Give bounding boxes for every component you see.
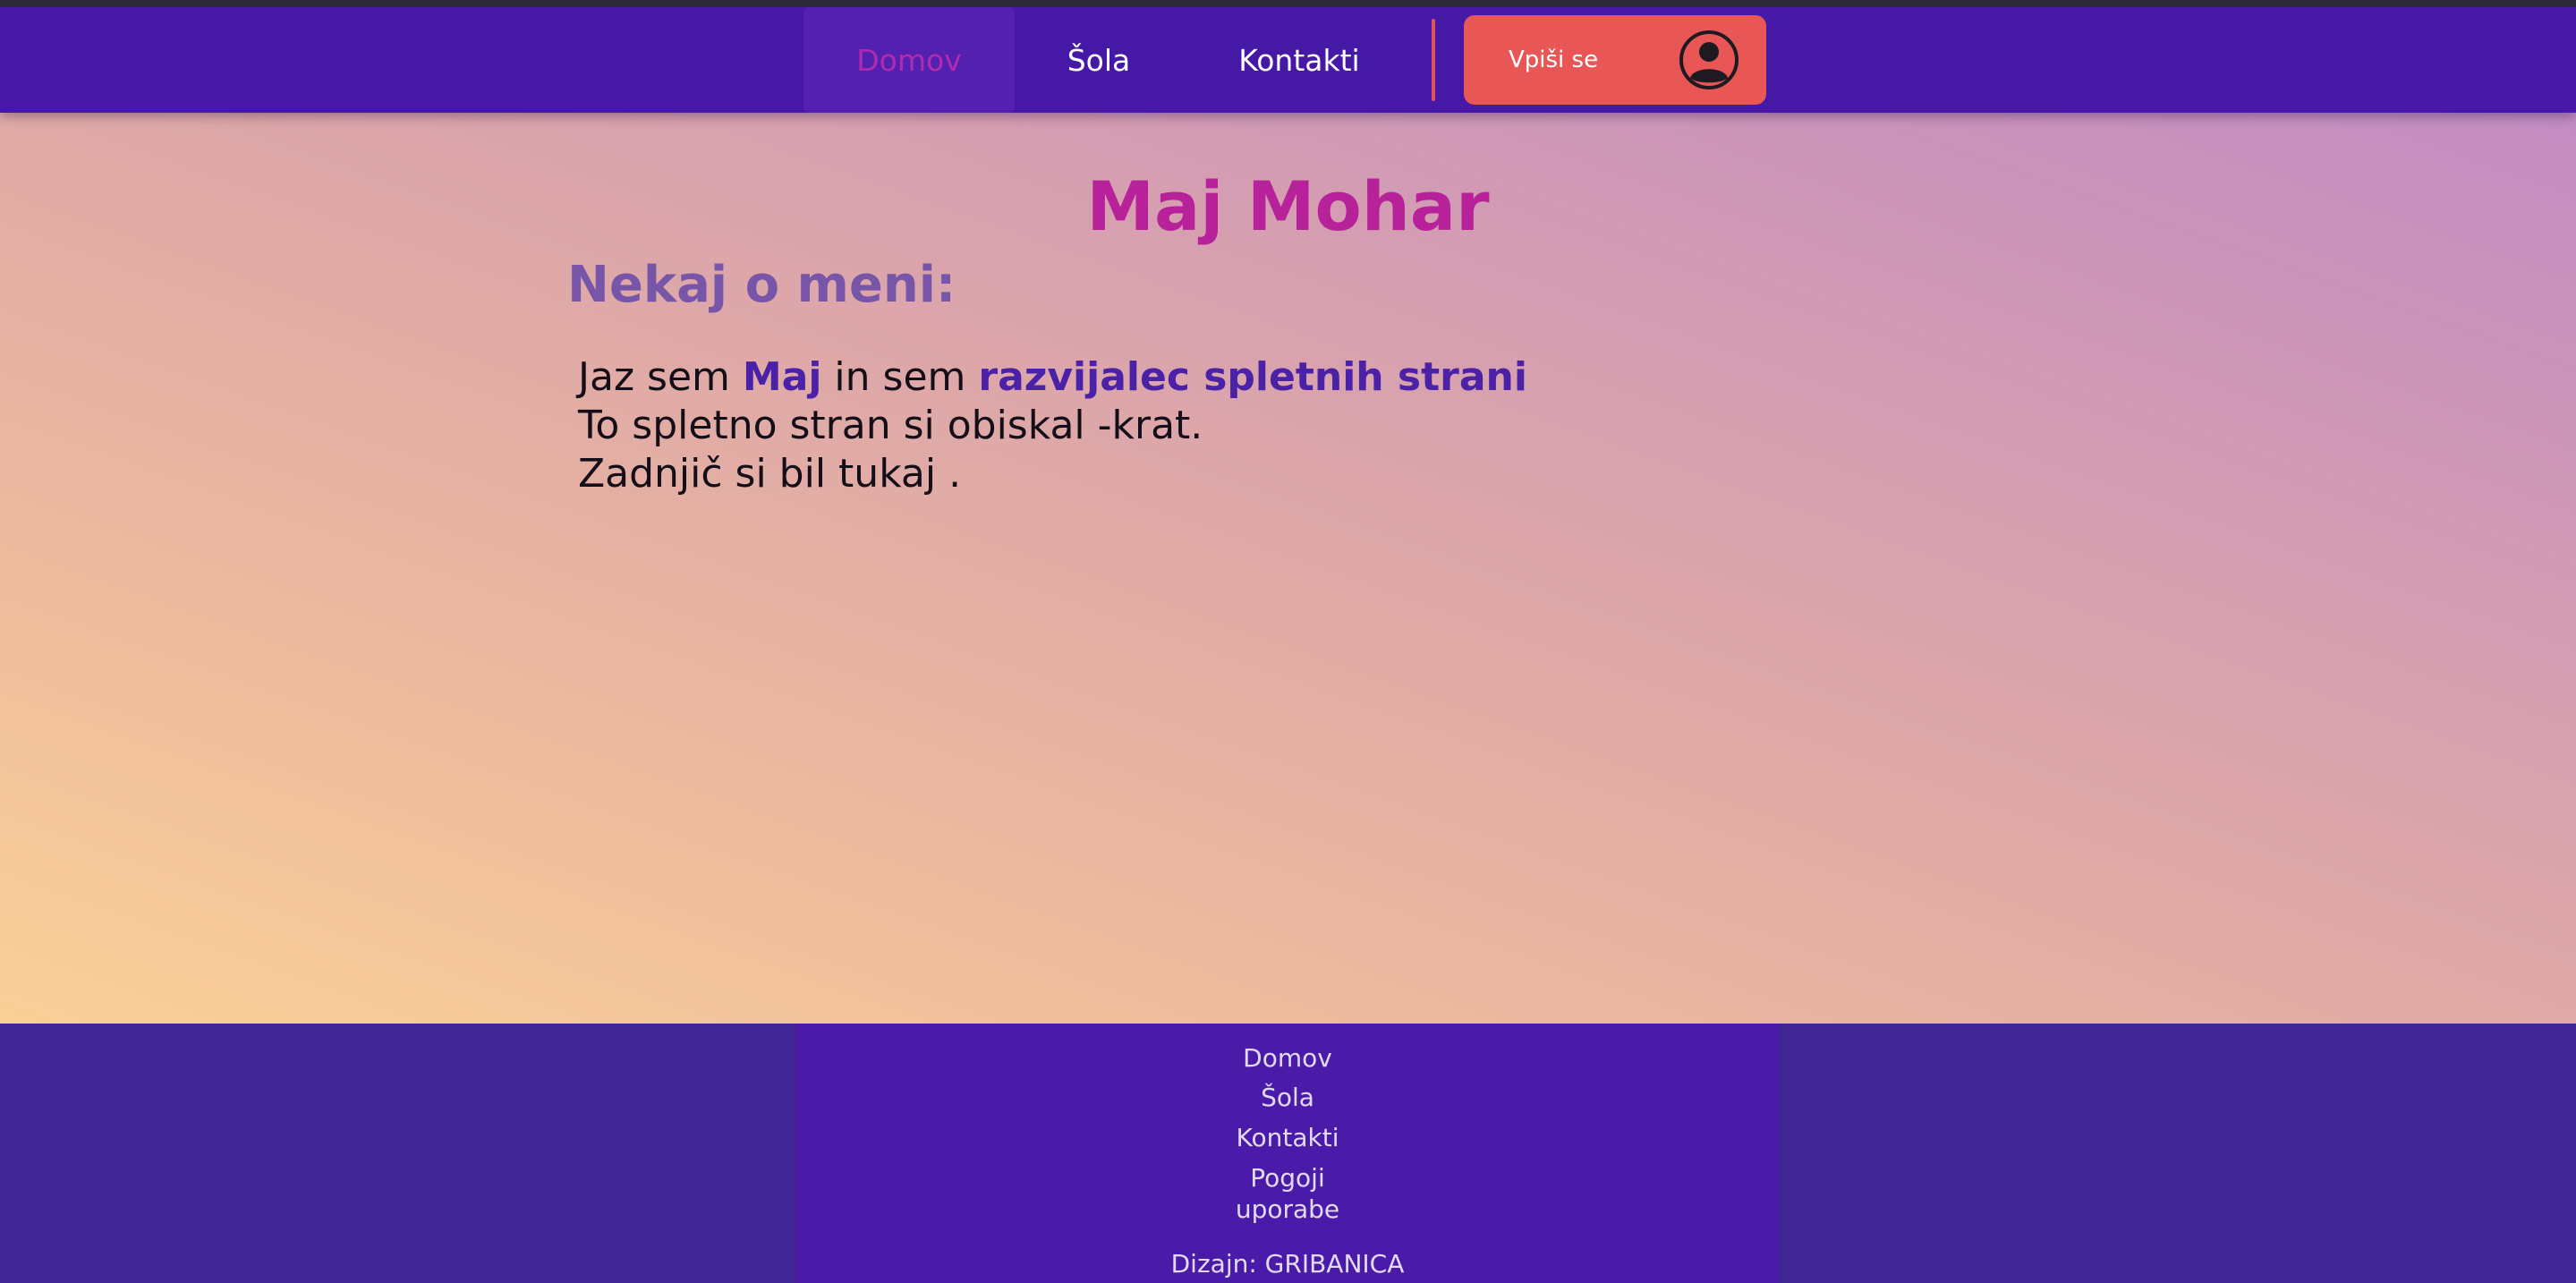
footer-contacts-link[interactable]: Kontakti [796,1123,1779,1152]
intro-name: Maj [742,354,822,400]
intro-part1: Jaz sem [578,354,743,400]
main-content: Maj Mohar Nekaj o meni: Jaz sem Maj in s… [0,113,2576,1024]
visit-count-text: To spletno stran si obiskal -krat. [578,403,1203,448]
footer: Domov Šola Kontakti Pogoji uporabe Dizaj… [0,1024,2576,1283]
nav-divider [1432,19,1435,101]
signup-button[interactable]: Vpiši se [1464,15,1766,105]
signup-label: Vpiši se [1509,47,1599,73]
last-visit-text: Zadnjič si bil tukaj . [578,451,962,497]
footer-links-panel: Domov Šola Kontakti Pogoji uporabe Dizaj… [796,1024,1779,1283]
nav-school-link[interactable]: Šola [1029,7,1169,113]
intro-role: razvijalec spletnih strani [978,354,1527,400]
intro-part2: in sem [821,354,979,400]
footer-terms-link-line2[interactable]: uporabe [796,1194,1779,1224]
footer-home-link[interactable]: Domov [796,1043,1779,1073]
user-icon [1679,30,1739,90]
footer-terms-link[interactable]: Pogoji [796,1163,1779,1193]
footer-school-link[interactable]: Šola [796,1083,1779,1112]
navbar: Domov Šola Kontakti Vpiši se [0,7,2576,113]
about-heading: Nekaj o meni: [567,256,956,314]
intro-text: Jaz sem Maj in sem razvijalec spletnih s… [578,354,1527,400]
nav-contacts-link[interactable]: Kontakti [1206,7,1392,113]
page-title: Maj Mohar [1086,166,1490,246]
nav-home-link[interactable]: Domov [803,7,1015,113]
top-border [0,0,2576,7]
design-credit: Dizajn: GRIBANICA [1170,1249,1405,1279]
